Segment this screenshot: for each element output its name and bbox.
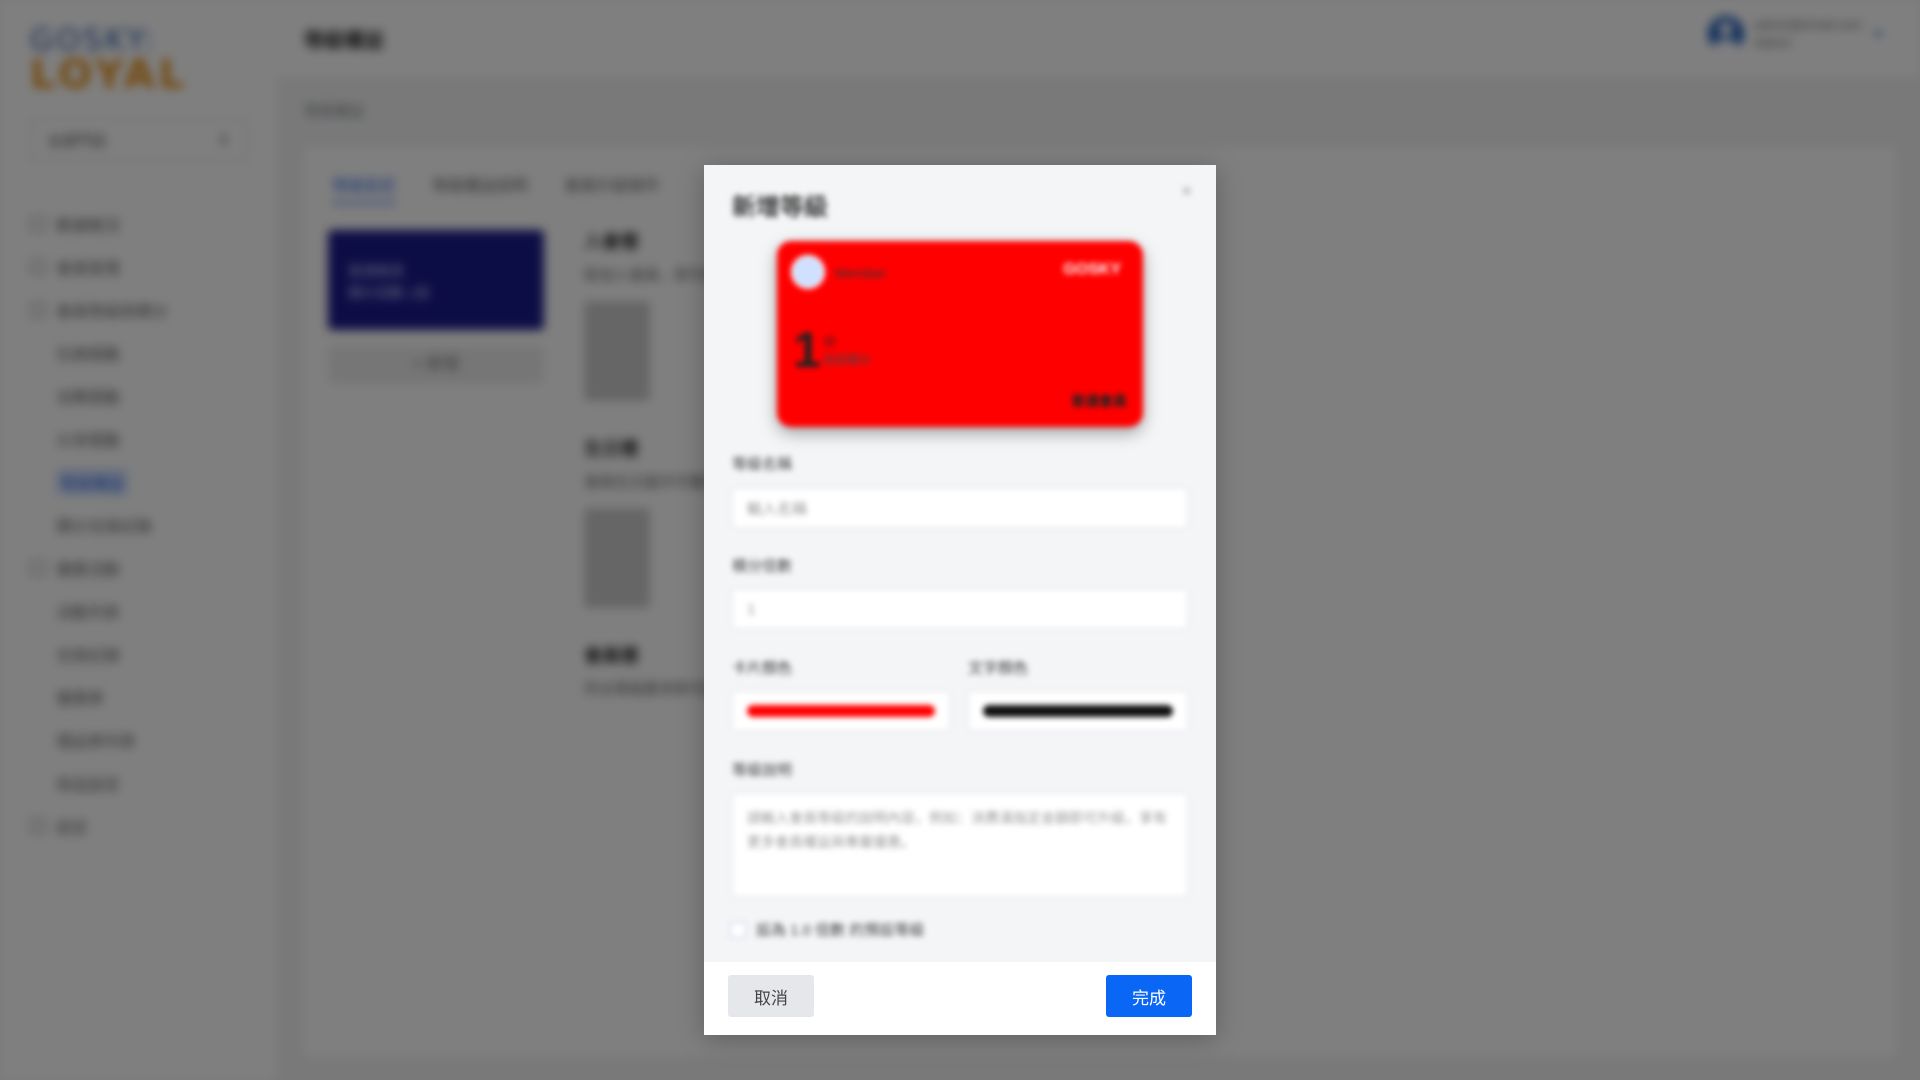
card-color-label: 卡片顏色 <box>732 660 793 677</box>
tier-name-label: 等級名稱 <box>732 456 793 473</box>
preview-points: 1 <box>793 322 821 378</box>
member-avatar-icon <box>791 255 825 289</box>
preview-points-unit: 分 <box>823 334 837 349</box>
text-color-swatch <box>983 705 1173 717</box>
default-tier-checkbox-label: 設為 1.0 倍數 的預設等級 <box>756 922 925 939</box>
add-tier-modal: 新增等級 × Member GOSKY 1 分 目前積分 普通會員 等級名稱 輸… <box>704 165 1216 1035</box>
description-textarea[interactable]: 請輸入會員等級的說明內容，例如：消費滿指定金額即可升級，享有更多會員權益與專屬優… <box>732 793 1188 897</box>
preview-brand: GOSKY <box>1063 261 1121 278</box>
card-color-swatch <box>747 705 935 717</box>
text-color-label: 文字顏色 <box>968 660 1029 677</box>
default-tier-option[interactable]: 設為 1.0 倍數 的預設等級 <box>730 919 924 940</box>
done-button[interactable]: 完成 <box>1106 975 1192 1017</box>
preview-tier-label: 普通會員 <box>1071 393 1127 409</box>
modal-body: 新增等級 × Member GOSKY 1 分 目前積分 普通會員 等級名稱 輸… <box>704 165 1216 962</box>
cancel-button[interactable]: 取消 <box>728 975 814 1017</box>
text-color-picker[interactable] <box>968 691 1188 731</box>
card-color-picker[interactable] <box>732 691 950 731</box>
close-icon[interactable]: × <box>1181 181 1192 202</box>
tier-name-input[interactable]: 輸入名稱 <box>732 488 1188 528</box>
points-multiplier-label: 積分倍數 <box>732 558 793 575</box>
default-tier-checkbox[interactable] <box>730 921 746 938</box>
preview-member-name: Member <box>835 265 887 281</box>
points-multiplier-input[interactable]: 1 <box>732 589 1188 629</box>
modal-footer: 取消 完成 <box>704 962 1216 1035</box>
card-preview: Member GOSKY 1 分 目前積分 普通會員 <box>777 241 1143 427</box>
modal-title: 新增等級 <box>732 194 828 221</box>
description-label: 等級說明 <box>732 762 793 779</box>
preview-points-sub: 目前積分 <box>823 353 872 367</box>
